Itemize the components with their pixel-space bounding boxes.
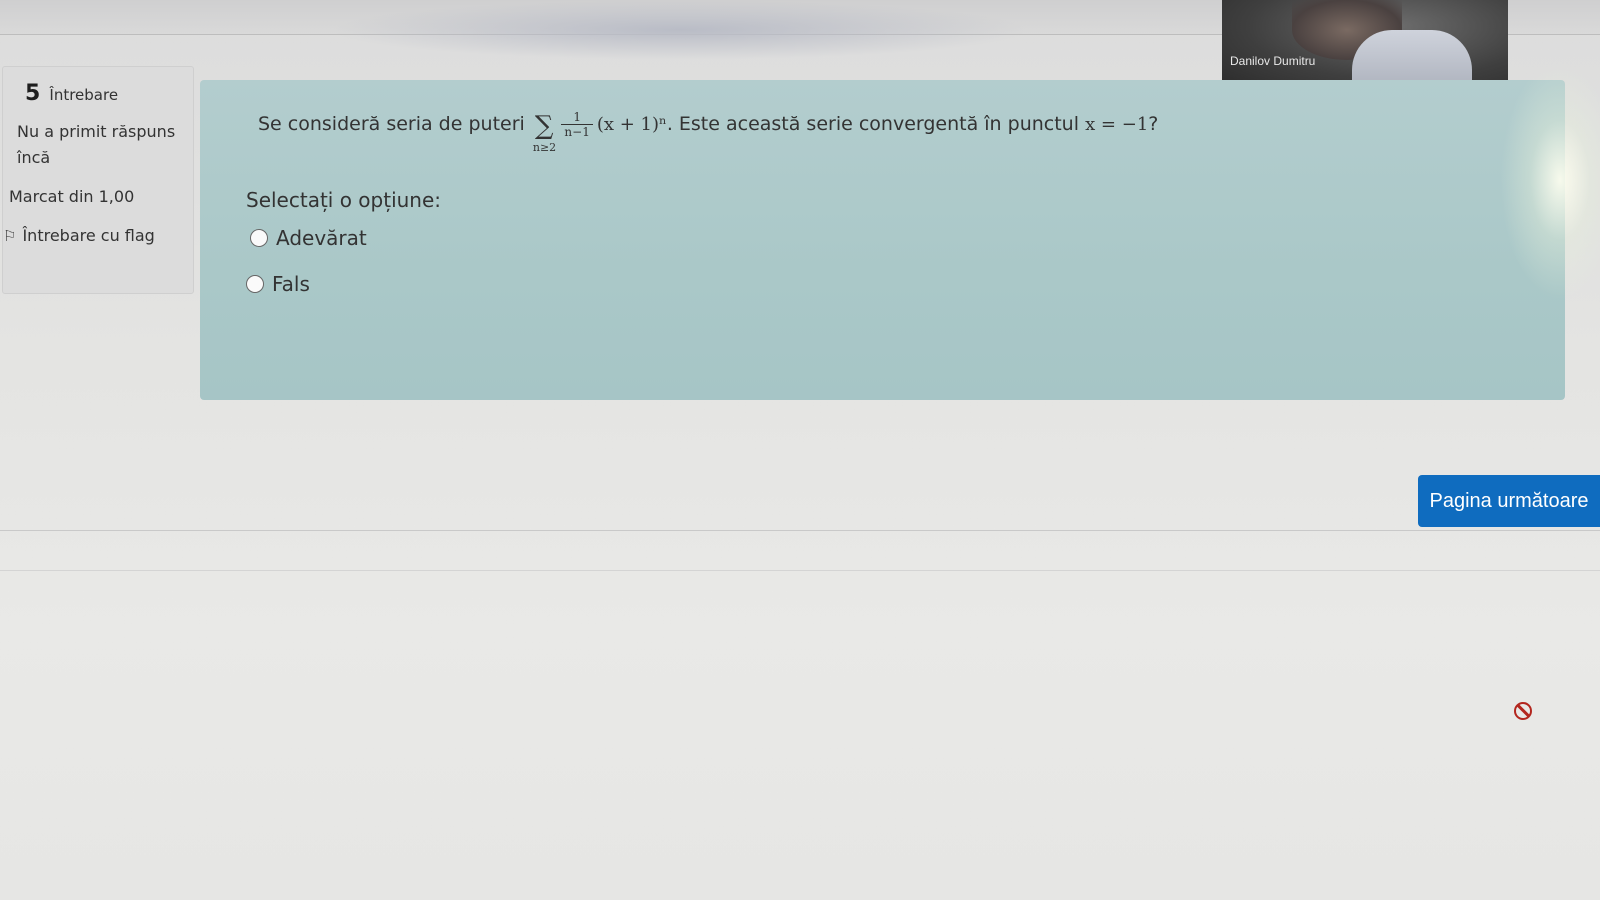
light-glare xyxy=(1500,60,1600,300)
block-icon[interactable] xyxy=(1514,702,1532,720)
participant-name: Danilov Dumitru xyxy=(1230,54,1316,68)
option-false-radio[interactable] xyxy=(246,275,264,293)
fraction-numerator: 1 xyxy=(561,110,593,125)
flag-question-link[interactable]: ⚐ Întrebare cu flag xyxy=(3,223,188,249)
question-info-box: 5 Întrebare Nu a primit răspuns încă Mar… xyxy=(2,66,194,294)
sum-index: n≥2 xyxy=(532,141,557,154)
flag-label: Întrebare cu flag xyxy=(22,226,155,245)
series-term: (x + 1)ⁿ xyxy=(596,114,667,135)
answer-prompt: Selectați o opțiune: xyxy=(246,188,442,212)
option-false-label: Fals xyxy=(272,272,310,296)
fraction: 1 n−1 xyxy=(561,110,593,139)
question-state: Nu a primit răspuns încă xyxy=(17,122,176,167)
question-point: x = −1 xyxy=(1085,114,1149,135)
question-text-after: . Este această serie convergentă în punc… xyxy=(666,113,1080,135)
option-true-label: Adevărat xyxy=(276,226,367,250)
question-number-value: 5 xyxy=(25,81,41,106)
next-page-button[interactable]: Pagina următoare xyxy=(1418,475,1600,527)
sum-symbol: ∑ n≥2 xyxy=(533,111,556,154)
screen-reflection xyxy=(330,0,1030,60)
flag-icon: ⚐ xyxy=(3,227,17,245)
question-text-before: Se consideră seria de puteri xyxy=(258,113,525,135)
question-mark: ? xyxy=(1148,113,1159,135)
question-grade: Marcat din 1,00 xyxy=(9,187,135,206)
question-text: Se consideră seria de puteri ∑ n≥2 1 n−1 (x … xyxy=(258,110,1159,154)
option-true-radio[interactable] xyxy=(250,229,268,247)
option-false[interactable]: Fals xyxy=(246,272,310,296)
divider-secondary xyxy=(0,570,1600,571)
video-participant-tile[interactable]: Danilov Dumitru xyxy=(1222,0,1508,88)
question-formula: ∑ n≥2 1 n−1 (x + 1)ⁿ xyxy=(531,110,667,154)
question-number: 5 Întrebare xyxy=(25,81,118,106)
divider xyxy=(0,530,1600,531)
sum-symbol-glyph: ∑ xyxy=(534,111,554,141)
question-number-label: Întrebare xyxy=(49,86,119,104)
option-true[interactable]: Adevărat xyxy=(250,226,367,250)
question-panel: Se consideră seria de puteri ∑ n≥2 1 n−1 (x … xyxy=(200,80,1565,400)
fraction-denominator: n−1 xyxy=(564,125,590,139)
